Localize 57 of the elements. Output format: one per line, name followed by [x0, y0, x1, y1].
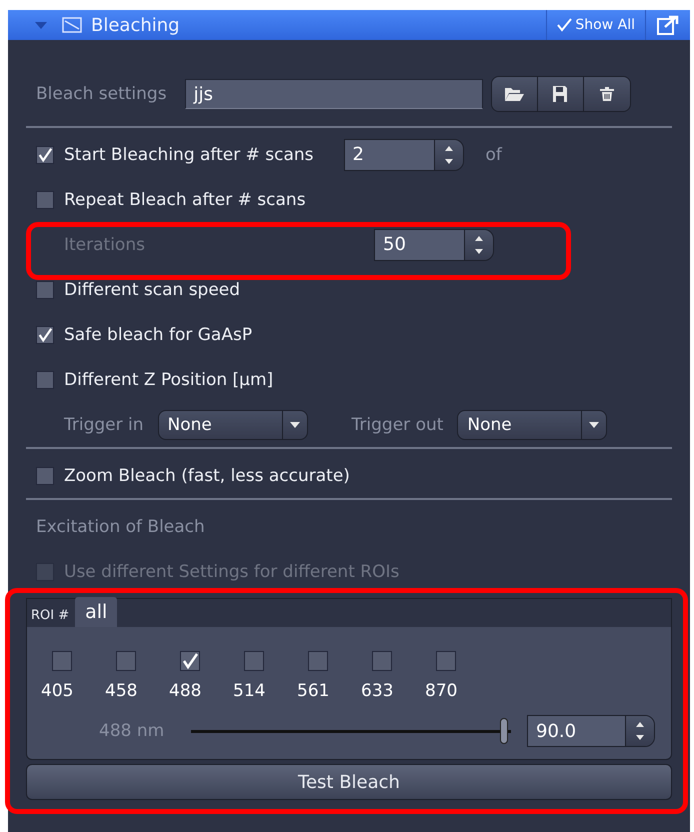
slider-thumb[interactable] — [500, 718, 508, 744]
wavelength-label: 870 — [425, 681, 458, 701]
bleach-icon — [62, 17, 82, 33]
laser-checkbox[interactable] — [436, 651, 456, 671]
trigger-label: Trigger in — [64, 414, 144, 434]
test-bleach-button[interactable]: Test Bleach — [26, 764, 672, 800]
slider-label: 488 nm — [99, 721, 166, 741]
bleach-settings-field[interactable]: jjs — [184, 79, 483, 109]
roi-tab[interactable]: all — [75, 597, 118, 627]
checkbox[interactable] — [36, 370, 54, 388]
trigger-dropdown[interactable]: None — [457, 410, 608, 440]
panel-title: Bleaching — [91, 14, 180, 36]
laser-checkbox[interactable] — [52, 651, 72, 671]
laser-checkbox[interactable] — [244, 651, 264, 671]
floppy-icon — [552, 85, 568, 103]
wavelength-label: 488 — [169, 681, 202, 701]
open-button[interactable] — [492, 77, 538, 111]
iterations-label: Iterations — [64, 234, 146, 254]
number-field[interactable]: 90.0 — [527, 715, 655, 747]
stepper-icon[interactable] — [625, 716, 654, 746]
bleach-settings-label: Bleach settings — [36, 84, 167, 104]
show-all-button[interactable]: Show All — [546, 10, 646, 40]
trash-icon — [598, 86, 615, 102]
option-label: Start Bleaching after # scans — [64, 144, 314, 164]
folder-icon — [504, 86, 524, 102]
option-label: Zoom Bleach (fast, less accurate) — [64, 466, 350, 486]
trigger-label: Trigger out — [352, 414, 444, 434]
laser-checkbox[interactable] — [308, 651, 328, 671]
wavelength-label: 514 — [233, 681, 266, 701]
popout-icon — [657, 15, 679, 35]
of-label: of — [486, 144, 502, 164]
save-button[interactable] — [538, 77, 584, 111]
number-field[interactable]: 2 — [344, 138, 464, 170]
panel-header[interactable]: Bleaching Show All — [8, 10, 690, 40]
option-label: Repeat Bleach after # scans — [64, 190, 306, 210]
section-title: Excitation of Bleach — [36, 516, 205, 536]
checkbox[interactable] — [36, 190, 54, 208]
roi-label: ROI # — [30, 608, 70, 625]
option-label: Use different Settings for different ROIs — [64, 562, 400, 582]
option-label: Safe bleach for GaAsP — [64, 324, 252, 344]
caret-icon[interactable] — [34, 20, 48, 30]
option-label: Different Z Position [µm] — [64, 370, 274, 390]
checkbox[interactable] — [36, 466, 54, 484]
delete-button[interactable] — [584, 77, 630, 111]
laser-checkbox[interactable] — [116, 651, 136, 671]
wavelength-label: 633 — [361, 681, 394, 701]
stepper-icon[interactable] — [434, 140, 463, 170]
laser-checkbox[interactable] — [372, 651, 392, 671]
wavelength-label: 405 — [41, 681, 74, 701]
checkbox[interactable] — [36, 280, 54, 298]
option-label: Different scan speed — [64, 280, 240, 300]
trigger-dropdown[interactable]: None — [158, 410, 308, 440]
wavelength-label: 458 — [105, 681, 138, 701]
wavelength-label: 561 — [297, 681, 330, 701]
checkbox[interactable] — [36, 146, 54, 164]
checkbox[interactable] — [36, 326, 54, 344]
laser-checkbox[interactable] — [180, 651, 200, 671]
